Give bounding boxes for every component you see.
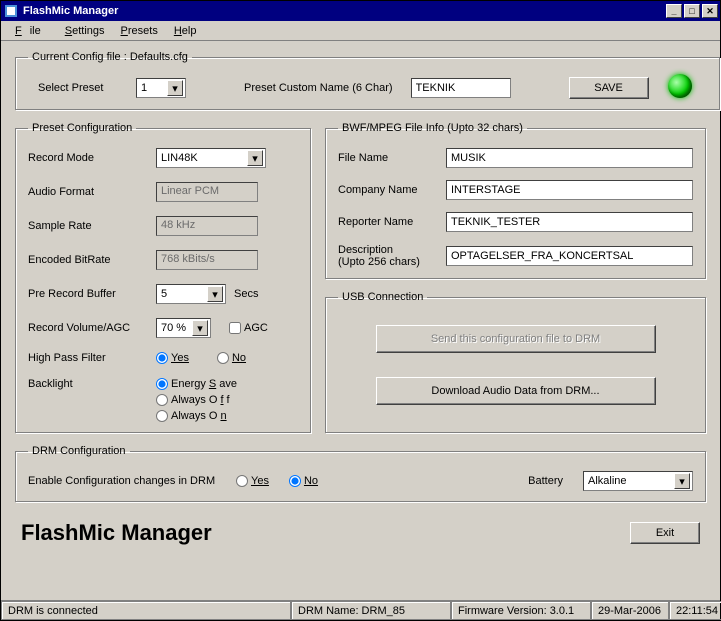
secs-label: Secs bbox=[234, 288, 258, 300]
client-area: Current Config file : Defaults.cfg Selec… bbox=[1, 41, 720, 600]
status-led-icon bbox=[668, 74, 692, 98]
hpf-no-radio[interactable]: No bbox=[217, 352, 246, 364]
bitrate-value: 768 kBits/s bbox=[156, 250, 258, 270]
chevron-down-icon: ▾ bbox=[247, 150, 263, 166]
status-time: 22:11:54 bbox=[669, 601, 721, 620]
minimize-button[interactable]: _ bbox=[666, 4, 682, 18]
usb-group: USB Connection Send this configuration f… bbox=[325, 291, 706, 433]
chevron-down-icon: ▾ bbox=[167, 80, 183, 96]
battery-combo[interactable]: Alkaline ▾ bbox=[583, 471, 693, 491]
app-icon bbox=[3, 3, 19, 19]
drm-config-group: DRM Configuration Enable Configuration c… bbox=[15, 445, 706, 502]
record-mode-combo[interactable]: LIN48K ▾ bbox=[156, 148, 266, 168]
reporter-input[interactable] bbox=[446, 212, 693, 232]
file-name-label: File Name bbox=[338, 152, 438, 164]
select-preset-label: Select Preset bbox=[38, 82, 118, 94]
vol-agc-label: Record Volume/AGC bbox=[28, 322, 148, 334]
backlight-on-radio[interactable]: Always On bbox=[156, 410, 237, 422]
audio-format-value: Linear PCM bbox=[156, 182, 258, 202]
download-audio-button[interactable]: Download Audio Data from DRM... bbox=[376, 377, 656, 405]
desc-input[interactable] bbox=[446, 246, 693, 266]
preset-config-legend: Preset Configuration bbox=[28, 122, 136, 134]
enable-yes-radio[interactable]: Yes bbox=[236, 475, 269, 487]
status-date: 29-Mar-2006 bbox=[591, 601, 669, 620]
menubar: File Settings Presets Help bbox=[1, 21, 720, 41]
audio-format-label: Audio Format bbox=[28, 186, 148, 198]
backlight-label: Backlight bbox=[28, 378, 148, 390]
current-config-legend: Current Config file : Defaults.cfg bbox=[28, 51, 192, 63]
desc-label2: (Upto 256 chars) bbox=[338, 256, 438, 268]
desc-label: Description bbox=[338, 244, 438, 256]
bwf-group: BWF/MPEG File Info (Upto 32 chars) File … bbox=[325, 122, 706, 279]
send-config-button[interactable]: Send this configuration file to DRM bbox=[376, 325, 656, 353]
save-button[interactable]: SAVE bbox=[569, 77, 649, 99]
sample-rate-label: Sample Rate bbox=[28, 220, 148, 232]
file-name-input[interactable] bbox=[446, 148, 693, 168]
prerec-label: Pre Record Buffer bbox=[28, 288, 148, 300]
reporter-label: Reporter Name bbox=[338, 216, 438, 228]
exit-button[interactable]: Exit bbox=[630, 522, 700, 544]
bwf-legend: BWF/MPEG File Info (Upto 32 chars) bbox=[338, 122, 527, 134]
status-drm-name: DRM Name: DRM_85 bbox=[291, 601, 451, 620]
sample-rate-value: 48 kHz bbox=[156, 216, 258, 236]
company-label: Company Name bbox=[338, 184, 438, 196]
menu-file[interactable]: File bbox=[7, 23, 57, 39]
company-input[interactable] bbox=[446, 180, 693, 200]
chevron-down-icon: ▾ bbox=[207, 286, 223, 302]
chevron-down-icon: ▾ bbox=[674, 473, 690, 489]
custom-name-input[interactable] bbox=[411, 78, 511, 98]
chevron-down-icon: ▾ bbox=[192, 320, 208, 336]
menu-settings[interactable]: Settings bbox=[57, 23, 113, 39]
enable-config-label: Enable Configuration changes in DRM bbox=[28, 475, 228, 487]
preset-config-group: Preset Configuration Record Mode LIN48K … bbox=[15, 122, 311, 433]
close-button[interactable]: ✕ bbox=[702, 4, 718, 18]
prerec-combo[interactable]: 5 ▾ bbox=[156, 284, 226, 304]
hpf-yes-radio[interactable]: Yes bbox=[156, 352, 189, 364]
usb-legend: USB Connection bbox=[338, 291, 427, 303]
maximize-button[interactable]: □ bbox=[684, 4, 700, 18]
battery-label: Battery bbox=[528, 475, 563, 487]
window-title: FlashMic Manager bbox=[23, 5, 666, 17]
custom-name-label: Preset Custom Name (6 Char) bbox=[244, 82, 393, 94]
hpf-label: High Pass Filter bbox=[28, 352, 148, 364]
vol-agc-combo[interactable]: 70 % ▾ bbox=[156, 318, 211, 338]
app-window: FlashMic Manager _ □ ✕ File Settings Pre… bbox=[0, 0, 721, 621]
bitrate-label: Encoded BitRate bbox=[28, 254, 148, 266]
backlight-off-radio[interactable]: Always Off bbox=[156, 394, 237, 406]
status-firmware: Firmware Version: 3.0.1 bbox=[451, 601, 591, 620]
drm-config-legend: DRM Configuration bbox=[28, 445, 130, 457]
record-mode-label: Record Mode bbox=[28, 152, 148, 164]
menu-presets[interactable]: Presets bbox=[113, 23, 166, 39]
agc-checkbox[interactable]: AGC bbox=[229, 322, 268, 334]
select-preset-combo[interactable]: 1 ▾ bbox=[136, 78, 186, 98]
titlebar: FlashMic Manager _ □ ✕ bbox=[1, 1, 720, 21]
current-config-group: Current Config file : Defaults.cfg Selec… bbox=[15, 51, 720, 110]
backlight-energy-radio[interactable]: Energy Save bbox=[156, 378, 237, 390]
menu-help[interactable]: Help bbox=[166, 23, 205, 39]
app-title: FlashMic Manager bbox=[21, 520, 212, 546]
statusbar: DRM is connected DRM Name: DRM_85 Firmwa… bbox=[1, 600, 720, 620]
status-connected: DRM is connected bbox=[1, 601, 291, 620]
enable-no-radio[interactable]: No bbox=[289, 475, 318, 487]
